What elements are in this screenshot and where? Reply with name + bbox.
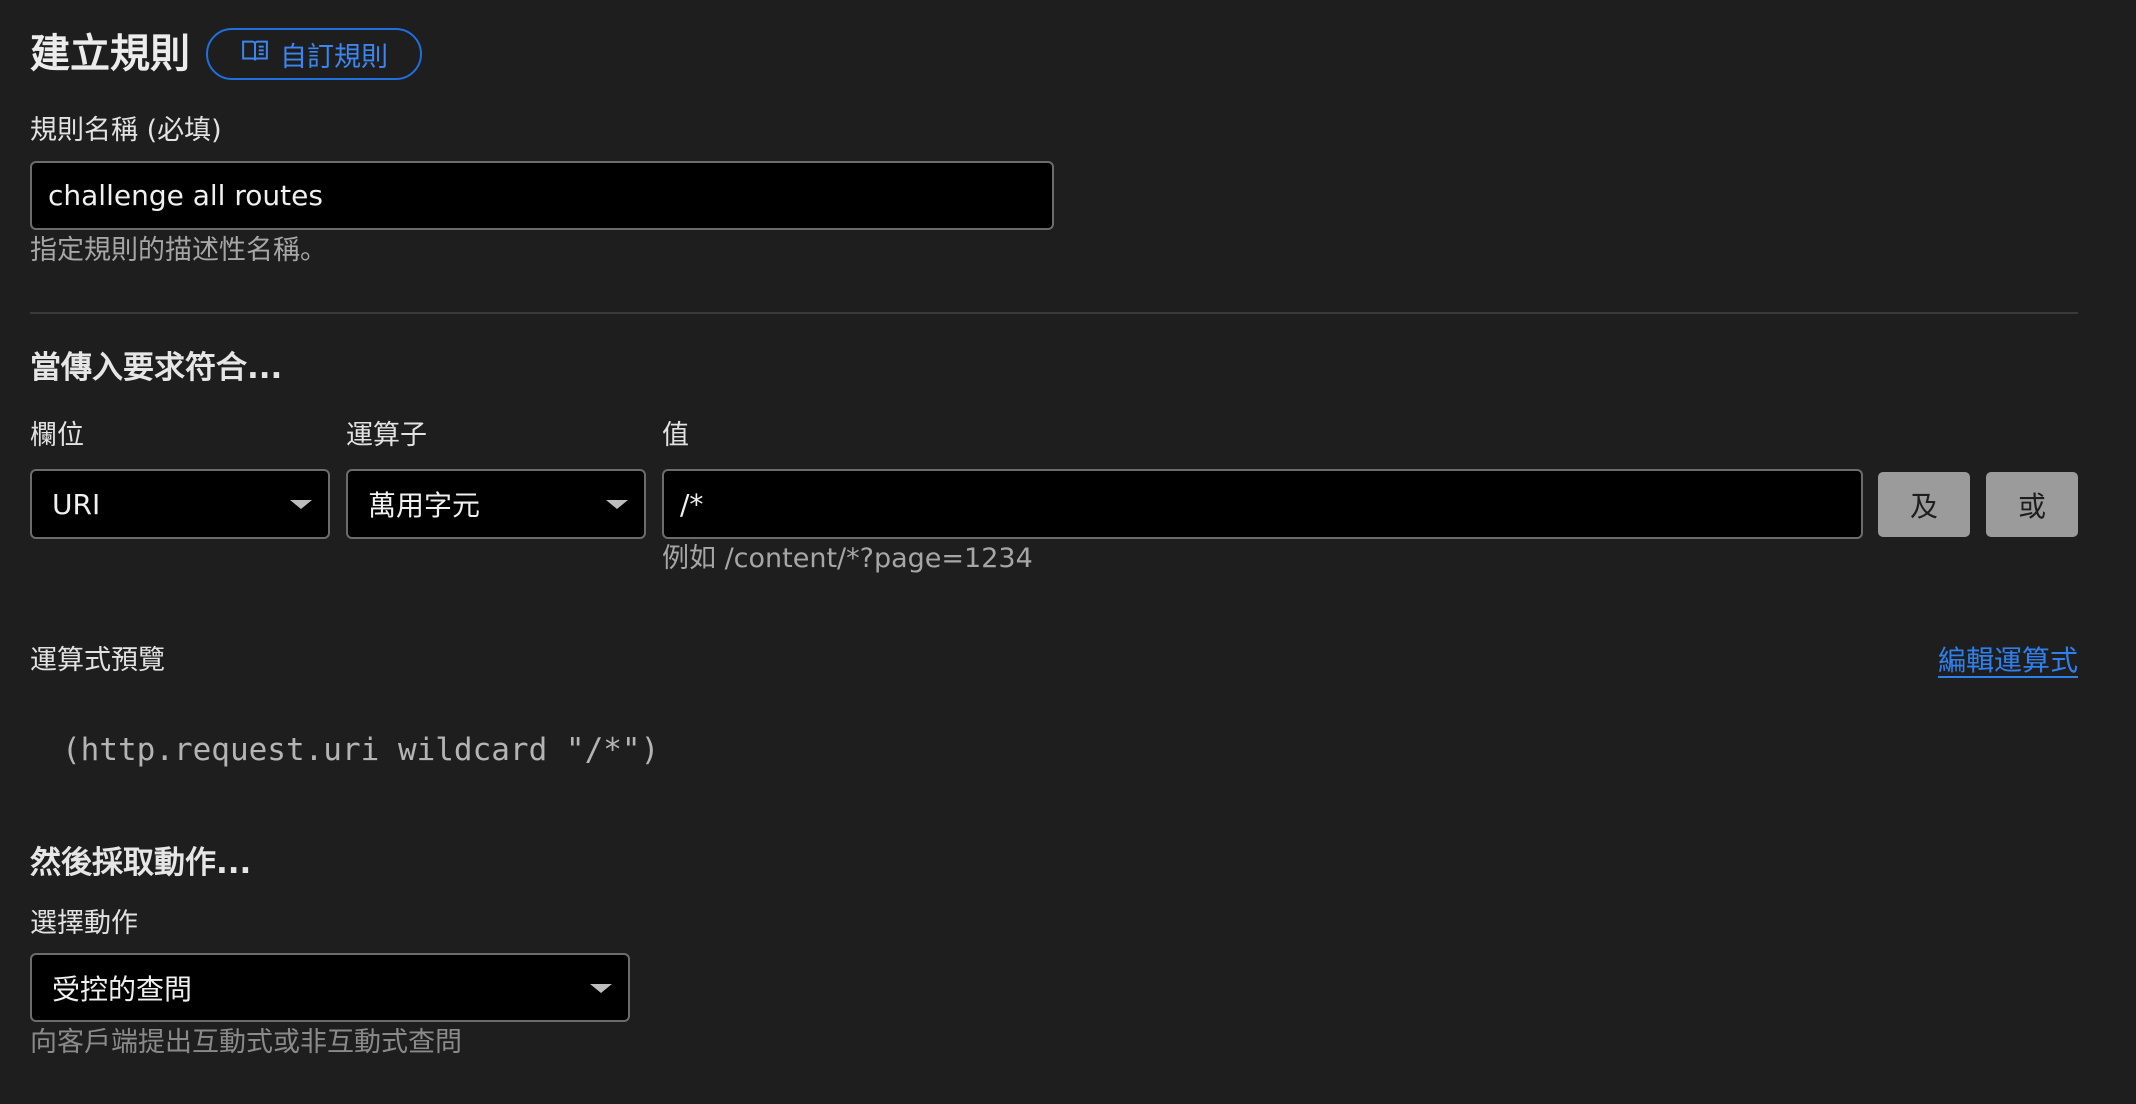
- and-button[interactable]: 及: [1878, 472, 1970, 537]
- chevron-down-icon: [590, 983, 612, 993]
- or-button[interactable]: 或: [1986, 472, 2078, 537]
- custom-rules-link[interactable]: 自訂規則: [206, 28, 422, 80]
- match-section-heading: 當傳入要求符合...: [30, 350, 283, 386]
- value-label: 值: [662, 420, 689, 451]
- rule-name-value: challenge all routes: [48, 179, 323, 212]
- operator-label: 運算子: [346, 420, 427, 451]
- action-section-heading: 然後採取動作...: [30, 845, 252, 881]
- section-divider: [30, 312, 2078, 314]
- expression-preview-code: (http.request.uri wildcard "/*"): [62, 732, 660, 768]
- value-input-value: /*: [680, 487, 704, 521]
- operator-select[interactable]: 萬用字元: [346, 469, 646, 539]
- edit-expression-link[interactable]: 編輯運算式: [1938, 643, 2078, 679]
- custom-rules-link-label: 自訂規則: [280, 41, 388, 73]
- expression-preview-label: 運算式預覽: [30, 645, 165, 676]
- field-select-value: URI: [52, 487, 101, 521]
- action-select-value: 受控的查問: [52, 972, 193, 1006]
- book-icon: [240, 36, 270, 73]
- chevron-down-icon: [290, 500, 312, 509]
- rule-name-helper: 指定規則的描述性名稱。: [30, 235, 327, 266]
- action-helper: 向客戶端提出互動式或非互動式查問: [30, 1027, 462, 1058]
- rule-name-input[interactable]: challenge all routes: [30, 161, 1054, 230]
- action-label: 選擇動作: [30, 908, 138, 939]
- operator-select-value: 萬用字元: [368, 489, 481, 522]
- chevron-down-icon: [606, 500, 628, 509]
- value-input[interactable]: /*: [662, 469, 1863, 539]
- value-helper: 例如 /content/*?page=1234: [662, 543, 1033, 574]
- field-label: 欄位: [30, 420, 84, 451]
- field-select[interactable]: URI: [30, 469, 330, 539]
- action-select[interactable]: 受控的查問: [30, 953, 630, 1022]
- page-title: 建立規則: [30, 31, 190, 77]
- rule-name-label: 規則名稱 (必填): [30, 115, 222, 146]
